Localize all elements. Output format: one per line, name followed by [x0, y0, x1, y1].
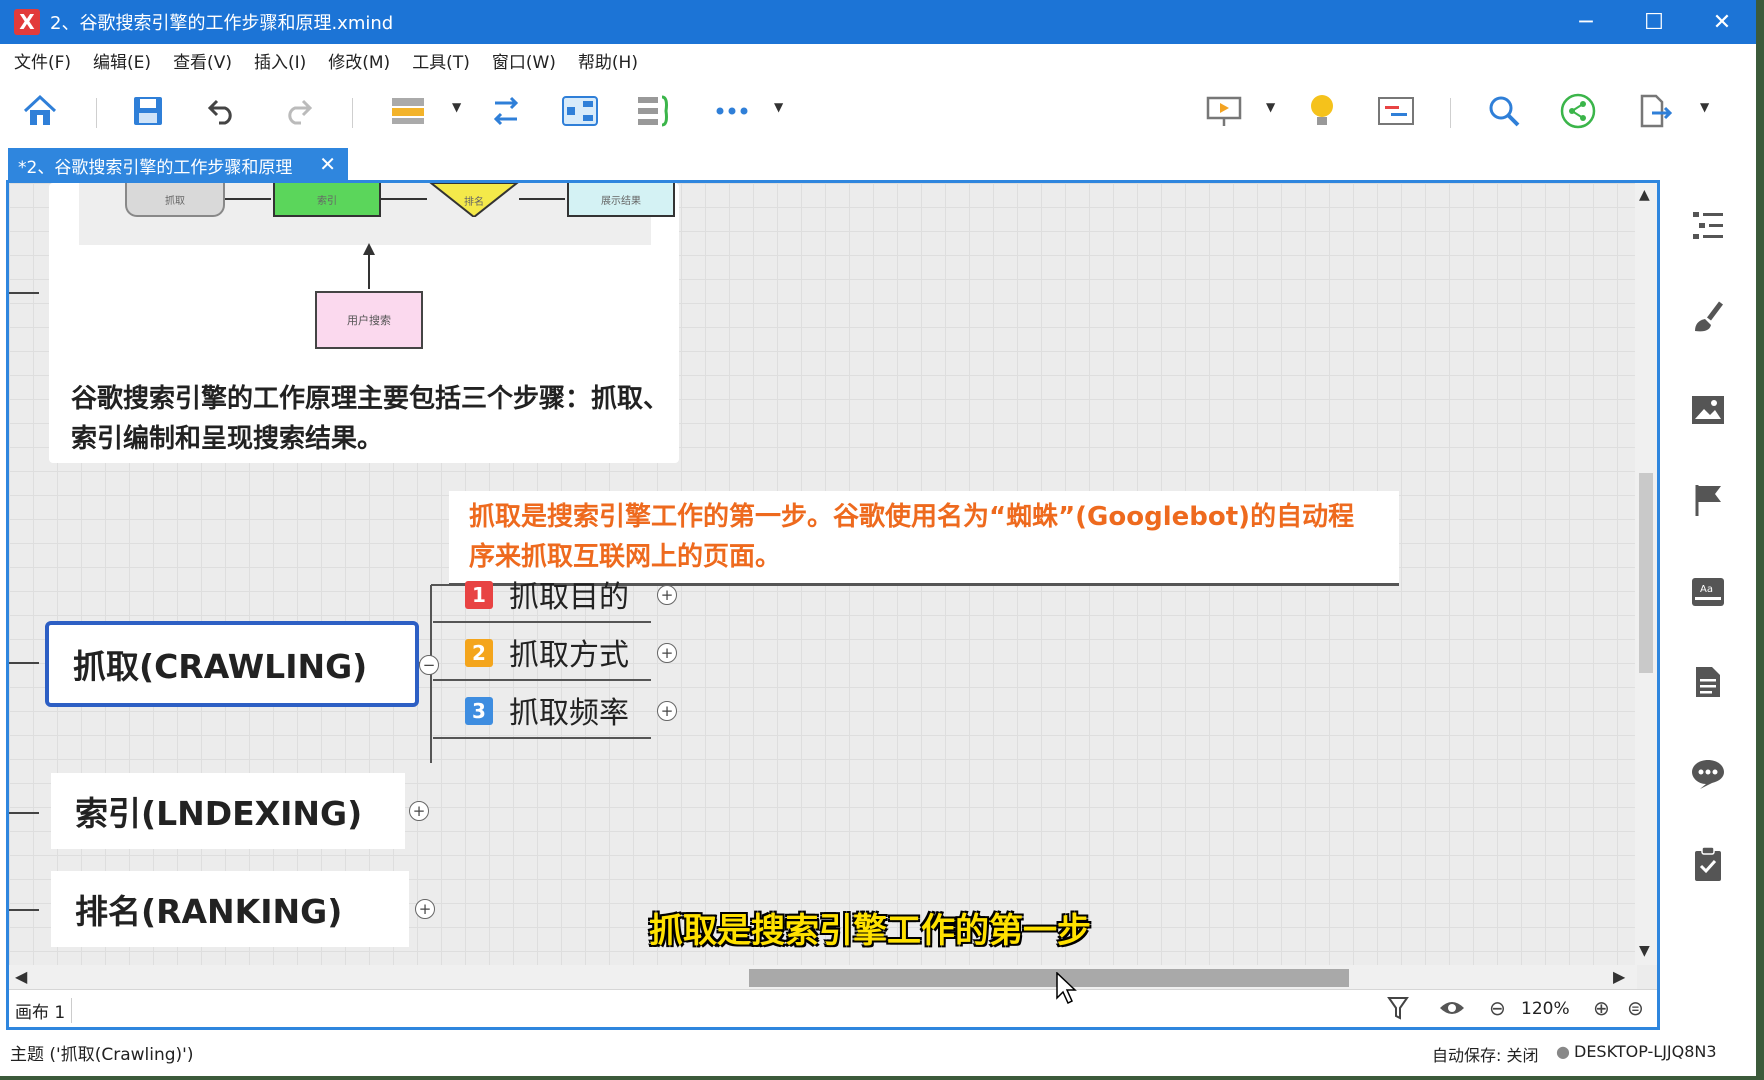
canvas-status-bar: 画布 1 ⊖ 120% ⊕ ⊜ — [9, 989, 1657, 1027]
format-brush-icon[interactable] — [1684, 294, 1732, 342]
autosave-status[interactable]: 自动保存: 关闭 — [1432, 1042, 1538, 1066]
menu-bar: 文件(F) 编辑(E) 查看(V) 插入(I) 修改(M) 工具(T) 窗口(W… — [0, 44, 1756, 76]
topic-ranking[interactable]: 排名(RANKING) — [51, 871, 409, 947]
expand-icon[interactable]: + — [657, 585, 677, 605]
menu-modify[interactable]: 修改(M) — [328, 48, 390, 73]
status-bar: 主题 ('抓取(Crawling)') 自动保存: 关闭 ● DESKTOP-L… — [0, 1030, 1756, 1076]
boundary-icon[interactable] — [558, 90, 602, 132]
notes-icon[interactable] — [1684, 658, 1732, 706]
vertical-scrollbar[interactable]: ▲ ▼ — [1635, 183, 1657, 965]
minimize-button[interactable]: ─ — [1552, 0, 1620, 44]
sheet-tab[interactable]: 画布 1 — [15, 998, 73, 1023]
expand-icon[interactable]: + — [415, 899, 435, 919]
export-icon[interactable] — [1632, 90, 1676, 132]
svg-text:Aa: Aa — [1700, 584, 1713, 595]
subtopic-crawl-purpose[interactable]: 1 抓取目的 — [433, 567, 651, 623]
flow-box-user-search: 用户搜索 — [315, 291, 423, 349]
scroll-right-icon[interactable]: ▶ — [1613, 967, 1625, 986]
title-bar: X 2、谷歌搜索引擎的工作步骤和原理.xmind ─ ☐ ✕ — [0, 0, 1756, 44]
zoom-out-icon[interactable]: ⊖ — [1489, 996, 1506, 1020]
insert-topic-dropdown-icon[interactable]: ▼ — [452, 100, 461, 114]
menu-window[interactable]: 窗口(W) — [492, 48, 556, 73]
presentation-icon[interactable] — [1202, 90, 1246, 132]
document-tab-label: *2、谷歌搜索引擎的工作步骤和原理 — [18, 157, 293, 178]
menu-file[interactable]: 文件(F) — [14, 48, 71, 73]
subtopic-label: 抓取方式 — [509, 638, 629, 673]
relationship-icon[interactable] — [484, 90, 528, 132]
subtopic-crawl-frequency[interactable]: 3 抓取频率 — [433, 683, 651, 739]
redo-icon[interactable] — [276, 90, 320, 132]
xmind-window: X 2、谷歌搜索引擎的工作步骤和原理.xmind ─ ☐ ✕ 文件(F) 编辑(… — [0, 0, 1756, 1076]
topic-indexing[interactable]: 索引(LNDEXING) — [51, 773, 405, 849]
zoom-in-icon[interactable]: ⊕ — [1593, 996, 1610, 1020]
subtopic-crawl-method[interactable]: 2 抓取方式 — [433, 625, 651, 681]
insert-topic-icon[interactable] — [386, 90, 430, 132]
task-clipboard-icon[interactable] — [1684, 840, 1732, 888]
horizontal-scroll-thumb[interactable] — [749, 969, 1349, 987]
right-sidebar: Aa — [1660, 180, 1756, 1030]
more-icon[interactable] — [710, 90, 754, 132]
online-status-icon: ● — [1556, 1042, 1570, 1061]
menu-tools[interactable]: 工具(T) — [412, 48, 470, 73]
outline-icon[interactable] — [1684, 202, 1732, 250]
image-node-description: 谷歌搜索引擎的工作原理主要包括三个步骤：抓取、索引编制和呈现搜索结果。 — [71, 384, 670, 454]
vertical-scroll-thumb[interactable] — [1639, 473, 1653, 673]
gantt-icon[interactable] — [1374, 90, 1418, 132]
export-dropdown-icon[interactable]: ▼ — [1700, 100, 1709, 114]
marker-flag-icon[interactable] — [1684, 476, 1732, 524]
brainstorm-lightbulb-icon[interactable] — [1300, 90, 1344, 132]
undo-icon[interactable] — [200, 90, 244, 132]
menu-help[interactable]: 帮助(H) — [578, 48, 638, 73]
maximize-button[interactable]: ☐ — [1620, 0, 1688, 44]
save-icon[interactable] — [126, 90, 170, 132]
search-icon[interactable] — [1482, 90, 1526, 132]
share-icon[interactable] — [1556, 90, 1600, 132]
image-topic-node[interactable]: 抓取 索引 排名 展示结果 用户搜索 谷歌搜索引擎的工作原理主要包括三个步骤：抓… — [49, 183, 679, 463]
horizontal-scrollbar[interactable]: ◀ ▶ — [9, 965, 1637, 989]
expand-icon[interactable]: + — [409, 801, 429, 821]
summary-icon[interactable] — [632, 90, 676, 132]
scroll-down-icon[interactable]: ▼ — [1639, 943, 1650, 959]
document-tab[interactable]: *2、谷歌搜索引擎的工作步骤和原理 ✕ — [8, 148, 348, 182]
expand-icon[interactable]: + — [657, 701, 677, 721]
mindmap-canvas[interactable]: 抓取 索引 排名 展示结果 用户搜索 谷歌搜索引擎的工作原理主要包括三个步骤：抓… — [9, 183, 1637, 965]
canvas-frame: 抓取 索引 排名 展示结果 用户搜索 谷歌搜索引擎的工作原理主要包括三个步骤：抓… — [6, 180, 1660, 1030]
close-window-button[interactable]: ✕ — [1688, 0, 1756, 44]
menu-edit[interactable]: 编辑(E) — [93, 48, 151, 73]
subtopic-label: 抓取目的 — [509, 580, 629, 615]
toolbar: ▼ ▼ ▼ ▼ — [0, 76, 1756, 146]
zoom-level: 120% — [1521, 999, 1570, 1019]
priority-2-icon: 2 — [465, 639, 493, 667]
more-dropdown-icon[interactable]: ▼ — [774, 100, 783, 114]
menu-view[interactable]: 查看(V) — [173, 48, 232, 73]
selected-topic-status: 主题 ('抓取(Crawling)') — [10, 1045, 194, 1065]
scroll-up-icon[interactable]: ▲ — [1639, 187, 1650, 203]
fit-view-icon[interactable]: ⊜ — [1627, 996, 1644, 1020]
expand-icon[interactable]: + — [657, 643, 677, 663]
sticker-icon[interactable]: Aa — [1684, 568, 1732, 616]
computer-name: DESKTOP-LJJQ8N3 — [1574, 1042, 1717, 1061]
close-tab-icon[interactable]: ✕ — [319, 152, 336, 176]
subtopic-label: 抓取频率 — [509, 696, 629, 731]
image-icon[interactable] — [1684, 386, 1732, 434]
tab-bar: *2、谷歌搜索引擎的工作步骤和原理 ✕ — [0, 146, 1756, 182]
filter-icon[interactable] — [1387, 996, 1409, 1024]
comment-icon[interactable] — [1684, 750, 1732, 798]
mouse-cursor-icon — [1056, 972, 1077, 1004]
home-icon[interactable] — [18, 90, 62, 132]
video-subtitle: 抓取是搜索引擎工作的第一步 — [649, 911, 1091, 951]
presentation-dropdown-icon[interactable]: ▼ — [1266, 100, 1275, 114]
window-title: 2、谷歌搜索引擎的工作步骤和原理.xmind — [50, 13, 394, 34]
eye-icon[interactable] — [1439, 998, 1465, 1022]
priority-3-icon: 3 — [465, 697, 493, 725]
priority-1-icon: 1 — [465, 581, 493, 609]
menu-insert[interactable]: 插入(I) — [254, 48, 306, 73]
scroll-left-icon[interactable]: ◀ — [15, 967, 27, 986]
topic-crawling[interactable]: 抓取(CRAWLING) — [45, 621, 419, 707]
xmind-logo-icon: X — [14, 9, 40, 35]
